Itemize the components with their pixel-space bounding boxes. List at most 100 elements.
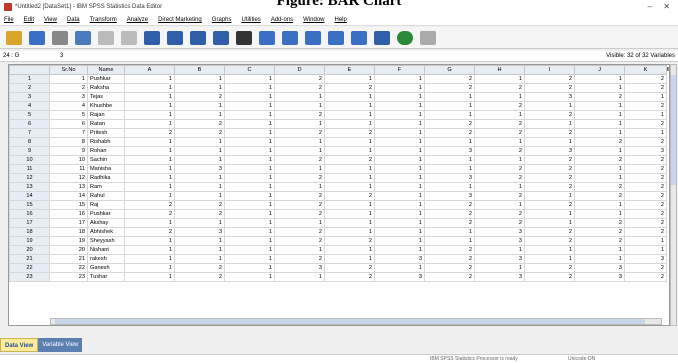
data-cell[interactable]: 1 bbox=[224, 137, 275, 147]
menu-item-analyze[interactable]: Analyze bbox=[127, 17, 148, 23]
use-sets-icon[interactable] bbox=[351, 30, 367, 45]
data-cell[interactable]: 1 bbox=[274, 182, 325, 192]
data-cell[interactable]: 2 bbox=[424, 263, 475, 273]
data-cell[interactable]: 1 bbox=[174, 74, 225, 84]
data-cell[interactable]: 2 bbox=[274, 110, 325, 120]
data-cell[interactable]: 1 bbox=[324, 101, 375, 111]
data-cell[interactable]: 2 bbox=[274, 236, 325, 246]
goto-variable-icon[interactable] bbox=[167, 30, 183, 45]
data-cell[interactable]: 1 bbox=[274, 164, 325, 174]
data-cell[interactable]: 1 bbox=[524, 218, 575, 228]
data-cell[interactable]: 1 bbox=[124, 263, 175, 273]
data-cell[interactable]: 1 bbox=[324, 245, 375, 255]
data-cell[interactable]: 1 bbox=[374, 146, 425, 156]
menu-item-graphs[interactable]: Graphs bbox=[212, 17, 232, 23]
row-number[interactable]: 18 bbox=[9, 227, 50, 237]
cell-reference[interactable]: 24 : G bbox=[3, 53, 19, 59]
data-cell[interactable]: 2 bbox=[624, 209, 667, 219]
row-number[interactable]: 1 bbox=[9, 74, 50, 84]
data-cell[interactable]: 1 bbox=[424, 182, 475, 192]
goto-case-icon[interactable] bbox=[144, 30, 160, 45]
print-icon[interactable] bbox=[52, 30, 68, 45]
data-cell[interactable]: 2 bbox=[624, 182, 667, 192]
data-cell[interactable]: 2 bbox=[124, 209, 175, 219]
data-cell[interactable]: 2 bbox=[474, 101, 525, 111]
row-header-corner[interactable] bbox=[9, 65, 50, 75]
row-number[interactable]: 7 bbox=[9, 128, 50, 138]
data-cell[interactable]: 1 bbox=[624, 92, 667, 102]
tab-variable-view[interactable]: Variable View bbox=[38, 338, 83, 352]
data-cell[interactable]: 2 bbox=[524, 128, 575, 138]
split-file-icon[interactable] bbox=[259, 30, 275, 45]
data-cell[interactable]: 1 bbox=[124, 155, 175, 165]
data-cell[interactable]: 1 bbox=[374, 245, 425, 255]
spell-check-icon[interactable] bbox=[397, 30, 413, 45]
data-cell[interactable]: 1 bbox=[324, 119, 375, 129]
data-cell[interactable]: 1 bbox=[424, 101, 475, 111]
row-number[interactable]: 13 bbox=[9, 182, 50, 192]
data-cell[interactable]: 2 bbox=[424, 254, 475, 264]
data-cell[interactable]: 1 bbox=[224, 218, 275, 228]
data-cell[interactable]: 21 bbox=[49, 254, 88, 264]
data-cell[interactable]: 1 bbox=[224, 227, 275, 237]
data-cell[interactable]: 7 bbox=[49, 128, 88, 138]
data-cell[interactable]: Pritesh bbox=[87, 128, 125, 138]
data-cell[interactable]: 1 bbox=[374, 155, 425, 165]
data-cell[interactable]: 1 bbox=[574, 74, 625, 84]
data-cell[interactable]: 1 bbox=[524, 209, 575, 219]
data-cell[interactable]: 1 bbox=[574, 101, 625, 111]
menu-item-data[interactable]: Data bbox=[67, 17, 80, 23]
data-cell[interactable]: 3 bbox=[574, 263, 625, 273]
data-cell[interactable]: 1 bbox=[524, 254, 575, 264]
column-header[interactable]: F bbox=[374, 65, 425, 75]
data-cell[interactable]: 2 bbox=[624, 200, 667, 210]
data-cell[interactable]: 2 bbox=[574, 236, 625, 246]
data-cell[interactable]: 3 bbox=[524, 146, 575, 156]
data-cell[interactable]: 1 bbox=[474, 137, 525, 147]
row-number[interactable]: 4 bbox=[9, 101, 50, 111]
data-cell[interactable]: 1 bbox=[474, 110, 525, 120]
data-cell[interactable]: 1 bbox=[374, 74, 425, 84]
data-cell[interactable]: 2 bbox=[174, 92, 225, 102]
data-cell[interactable]: 1 bbox=[624, 110, 667, 120]
data-cell[interactable]: 1 bbox=[49, 74, 88, 84]
data-cell[interactable]: 2 bbox=[624, 227, 667, 237]
data-cell[interactable]: 22 bbox=[49, 263, 88, 273]
data-cell[interactable]: 2 bbox=[474, 191, 525, 201]
data-cell[interactable]: 1 bbox=[274, 92, 325, 102]
data-cell[interactable]: 1 bbox=[324, 218, 375, 228]
data-cell[interactable]: 2 bbox=[524, 83, 575, 93]
data-cell[interactable]: 1 bbox=[124, 164, 175, 174]
data-cell[interactable]: 2 bbox=[324, 83, 375, 93]
data-cell[interactable]: 2 bbox=[574, 92, 625, 102]
data-cell[interactable]: 2 bbox=[174, 200, 225, 210]
vertical-scroll-thumb[interactable] bbox=[671, 75, 676, 185]
menu-item-view[interactable]: View bbox=[44, 17, 57, 23]
row-number[interactable]: 16 bbox=[9, 209, 50, 219]
weight-cases-icon[interactable] bbox=[282, 30, 298, 45]
data-cell[interactable]: 3 bbox=[624, 146, 667, 156]
data-cell[interactable]: Pushkar bbox=[87, 209, 125, 219]
data-cell[interactable]: 1 bbox=[224, 191, 275, 201]
data-cell[interactable]: 1 bbox=[374, 209, 425, 219]
data-cell[interactable]: 1 bbox=[374, 227, 425, 237]
data-cell[interactable]: 1 bbox=[474, 200, 525, 210]
value-labels-icon[interactable] bbox=[328, 30, 344, 45]
row-number[interactable]: 22 bbox=[9, 263, 50, 273]
data-cell[interactable]: 1 bbox=[124, 119, 175, 129]
data-cell[interactable]: Tushar bbox=[87, 272, 125, 282]
data-cell[interactable]: 1 bbox=[424, 137, 475, 147]
data-cell[interactable]: 2 bbox=[324, 128, 375, 138]
data-cell[interactable]: 1 bbox=[374, 128, 425, 138]
data-cell[interactable]: 2 bbox=[274, 128, 325, 138]
cell-value[interactable]: 3 bbox=[60, 53, 63, 59]
data-cell[interactable]: 1 bbox=[224, 155, 275, 165]
data-cell[interactable]: 1 bbox=[224, 200, 275, 210]
column-header[interactable]: J bbox=[574, 65, 625, 75]
data-cell[interactable]: 1 bbox=[224, 128, 275, 138]
data-cell[interactable]: 2 bbox=[524, 182, 575, 192]
data-cell[interactable]: 2 bbox=[524, 155, 575, 165]
data-cell[interactable]: Rohan bbox=[87, 146, 125, 156]
row-number[interactable]: 14 bbox=[9, 191, 50, 201]
data-cell[interactable]: 13 bbox=[49, 182, 88, 192]
